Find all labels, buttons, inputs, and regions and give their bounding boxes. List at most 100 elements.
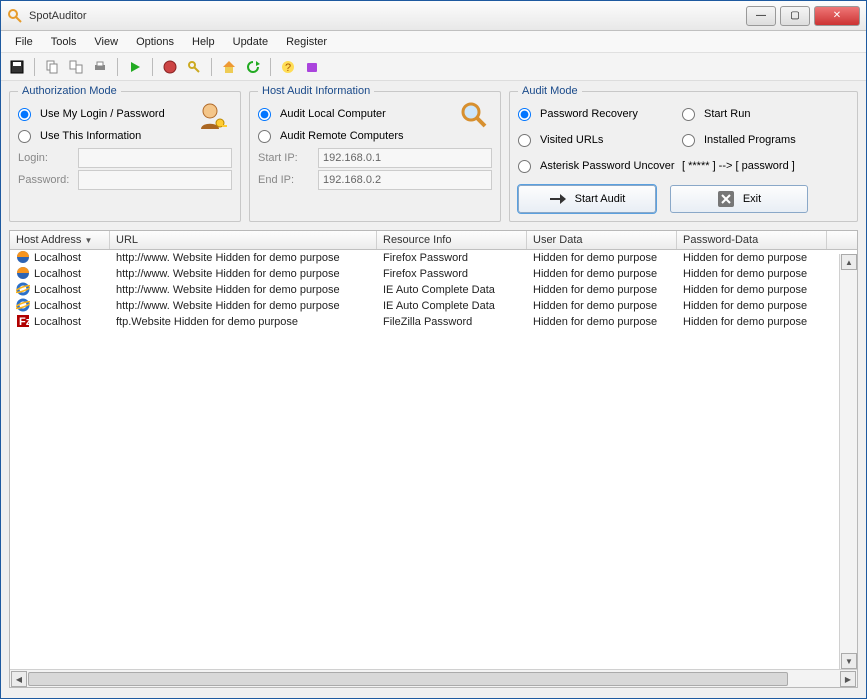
results-body[interactable]: Localhost http://www. Website Hidden for …: [10, 250, 839, 669]
app-icon: [7, 8, 23, 24]
audit-mode-group: Audit Mode Password Recovery Start Run V…: [509, 85, 858, 222]
cell-password: Hidden for demo purpose: [677, 252, 827, 264]
table-row[interactable]: Localhosthttp://www. Website Hidden for …: [10, 266, 839, 282]
radio-password-recovery[interactable]: [518, 108, 531, 121]
scroll-up-icon[interactable]: ▲: [841, 254, 857, 270]
table-row[interactable]: Localhosthttp://www. Website Hidden for …: [10, 250, 839, 266]
app-window: SpotAuditor — ▢ ✕ File Tools View Option…: [0, 0, 867, 699]
magnifier-icon: [460, 101, 488, 129]
cell-password: Hidden for demo purpose: [677, 268, 827, 280]
refresh-icon[interactable]: [243, 57, 263, 77]
svg-text:?: ?: [285, 62, 291, 74]
menu-register[interactable]: Register: [278, 33, 335, 51]
asterisk-description: [ ***** ] --> [ password ]: [682, 160, 795, 172]
cell-host: Localhost: [34, 284, 81, 296]
radio-use-this-info[interactable]: [18, 130, 31, 143]
ie-icon: [16, 298, 30, 315]
cell-userdata: Hidden for demo purpose: [527, 284, 677, 296]
cell-userdata: Hidden for demo purpose: [527, 252, 677, 264]
cell-url: http://www. Website Hidden for demo purp…: [110, 252, 377, 264]
radio-installed-programs[interactable]: [682, 134, 695, 147]
table-row[interactable]: FzLocalhostftp.Website Hidden for demo p…: [10, 314, 839, 330]
menu-options[interactable]: Options: [128, 33, 182, 51]
cell-userdata: Hidden for demo purpose: [527, 300, 677, 312]
col-password-data[interactable]: Password-Data: [677, 231, 827, 249]
radio-audit-local[interactable]: [258, 108, 271, 121]
home-icon[interactable]: [219, 57, 239, 77]
col-user-data[interactable]: User Data: [527, 231, 677, 249]
radio-visited-urls[interactable]: [518, 134, 531, 147]
menubar: File Tools View Options Help Update Regi…: [1, 31, 866, 53]
host-audit-group: Host Audit Information Audit Local Compu…: [249, 85, 501, 222]
cell-password: Hidden for demo purpose: [677, 284, 827, 296]
cell-resource: IE Auto Complete Data: [377, 284, 527, 296]
cell-resource: IE Auto Complete Data: [377, 300, 527, 312]
audit-mode-legend: Audit Mode: [518, 85, 582, 97]
scroll-left-icon[interactable]: ◀: [11, 671, 27, 687]
toolbar: ?: [1, 53, 866, 81]
end-ip-label: End IP:: [258, 174, 312, 186]
password-label: Password:: [18, 174, 72, 186]
password-input[interactable]: [78, 170, 232, 190]
scroll-right-icon[interactable]: ▶: [840, 671, 856, 687]
start-ip-label: Start IP:: [258, 152, 312, 164]
cell-host: Localhost: [34, 268, 81, 280]
horizontal-scrollbar[interactable]: ◀ ▶: [10, 669, 857, 687]
label-audit-local: Audit Local Computer: [280, 108, 386, 120]
book-icon[interactable]: [302, 57, 322, 77]
ie-icon: [16, 282, 30, 299]
table-row[interactable]: Localhost http://www. Website Hidden for …: [10, 282, 839, 298]
scroll-down-icon[interactable]: ▼: [841, 653, 857, 669]
copy2-icon[interactable]: [66, 57, 86, 77]
save-icon[interactable]: [7, 57, 27, 77]
label-installed-programs: Installed Programs: [704, 134, 796, 146]
menu-view[interactable]: View: [86, 33, 126, 51]
titlebar: SpotAuditor — ▢ ✕: [1, 1, 866, 31]
label-start-run: Start Run: [704, 108, 750, 120]
cell-host: Localhost: [34, 316, 81, 328]
firefox-icon: [16, 266, 30, 283]
user-key-icon: [196, 101, 228, 133]
start-ip-input[interactable]: [318, 148, 492, 168]
filezilla-icon: Fz: [16, 314, 30, 331]
globe-icon[interactable]: [160, 57, 180, 77]
maximize-button[interactable]: ▢: [780, 6, 810, 26]
menu-file[interactable]: File: [7, 33, 41, 51]
col-resource-info[interactable]: Resource Info: [377, 231, 527, 249]
arrow-right-icon: [549, 192, 567, 206]
radio-start-run[interactable]: [682, 108, 695, 121]
vertical-scrollbar[interactable]: ▲ ▼: [839, 254, 857, 669]
start-audit-label: Start Audit: [575, 193, 626, 205]
menu-update[interactable]: Update: [225, 33, 276, 51]
copy-icon[interactable]: [42, 57, 62, 77]
col-url[interactable]: URL: [110, 231, 377, 249]
x-icon: [717, 190, 735, 208]
menu-tools[interactable]: Tools: [43, 33, 85, 51]
exit-button[interactable]: Exit: [670, 185, 808, 213]
label-use-this-info: Use This Information: [40, 130, 141, 142]
cell-host: Localhost: [34, 300, 81, 312]
radio-audit-remote[interactable]: [258, 130, 271, 143]
menu-help[interactable]: Help: [184, 33, 223, 51]
app-title: SpotAuditor: [29, 10, 746, 22]
help-icon[interactable]: ?: [278, 57, 298, 77]
print-icon[interactable]: [90, 57, 110, 77]
cell-resource: Firefox Password: [377, 268, 527, 280]
radio-use-my-login[interactable]: [18, 108, 31, 121]
start-audit-button[interactable]: Start Audit: [518, 185, 656, 213]
key-icon[interactable]: [184, 57, 204, 77]
scroll-thumb[interactable]: [28, 672, 788, 686]
cell-url: http://www. Website Hidden for demo purp…: [110, 284, 377, 296]
login-label: Login:: [18, 152, 72, 164]
table-row[interactable]: Localhosthttp://www. Website Hidden for …: [10, 298, 839, 314]
close-button[interactable]: ✕: [814, 6, 860, 26]
play-icon[interactable]: [125, 57, 145, 77]
minimize-button[interactable]: —: [746, 6, 776, 26]
login-input[interactable]: [78, 148, 232, 168]
label-asterisk-uncover: Asterisk Password Uncover: [540, 160, 675, 172]
end-ip-input[interactable]: [318, 170, 492, 190]
label-audit-remote: Audit Remote Computers: [280, 130, 404, 142]
radio-asterisk-uncover[interactable]: [518, 160, 531, 173]
col-host-address[interactable]: Host Address ▼: [10, 231, 110, 249]
host-audit-legend: Host Audit Information: [258, 85, 374, 97]
